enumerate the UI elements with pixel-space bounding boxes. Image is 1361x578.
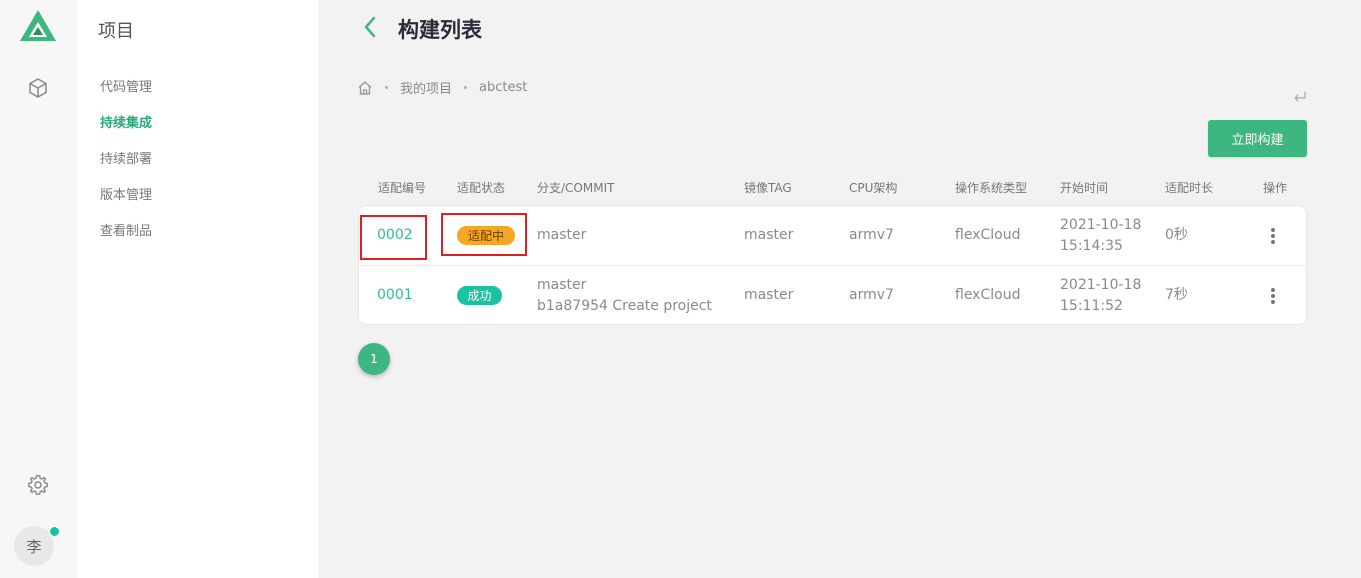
column-header-branch: 分支/COMMIT <box>537 181 615 195</box>
return-arrow-icon <box>1294 91 1306 102</box>
page-title: 构建列表 <box>398 18 482 42</box>
start-time-text: 15:11:52 <box>1060 298 1123 314</box>
cpu-arch-text: armv7 <box>849 287 894 303</box>
branch-text: master <box>537 227 587 243</box>
sidenav-item-artifacts[interactable]: 查看制品 <box>100 220 152 239</box>
annotation-highlight-id <box>360 215 427 260</box>
back-chevron-icon[interactable] <box>360 14 380 40</box>
breadcrumb-separator <box>385 86 388 89</box>
cube-icon[interactable] <box>26 76 50 100</box>
app-logo-icon[interactable] <box>20 10 56 42</box>
online-status-dot <box>49 526 60 537</box>
column-header-cpu: CPU架构 <box>849 181 898 195</box>
os-type-text: flexCloud <box>955 227 1021 243</box>
sidenav-item-code[interactable]: 代码管理 <box>100 76 152 95</box>
breadcrumb: 我的项目 abctest <box>357 78 527 97</box>
pagination-page-button[interactable]: 1 <box>358 343 390 375</box>
build-now-button[interactable]: 立即构建 <box>1208 120 1307 157</box>
breadcrumb-project[interactable]: abctest <box>479 80 527 95</box>
start-date-text: 2021-10-18 <box>1060 277 1142 293</box>
duration-text: 0秒 <box>1165 227 1188 243</box>
more-actions-icon[interactable] <box>1268 286 1278 306</box>
column-header-tag: 镜像TAG <box>744 181 792 195</box>
breadcrumb-my-projects[interactable]: 我的项目 <box>400 78 452 97</box>
build-id-link[interactable]: 0001 <box>377 285 413 306</box>
commit-text: b1a87954 Create project <box>537 298 712 314</box>
os-type-text: flexCloud <box>955 287 1021 303</box>
sidenav-item-cd[interactable]: 持续部署 <box>100 148 152 167</box>
breadcrumb-separator <box>464 86 468 89</box>
start-date-text: 2021-10-18 <box>1060 217 1142 233</box>
sidenav-title: 项目 <box>98 21 134 42</box>
column-header-start-time: 开始时间 <box>1060 181 1109 195</box>
project-sidenav: 项目 代码管理 持续集成 持续部署 版本管理 查看制品 <box>78 0 318 578</box>
annotation-highlight-status <box>441 213 527 256</box>
image-tag-text: master <box>744 287 794 303</box>
sidenav-item-ci[interactable]: 持续集成 <box>100 112 152 131</box>
image-tag-text: master <box>744 227 794 243</box>
column-header-duration: 适配时长 <box>1165 181 1214 195</box>
main-content: 构建列表 我的项目 abctest 立即构建 适配编号 适配状态 分支/COMM… <box>318 0 1361 578</box>
duration-text: 7秒 <box>1165 287 1188 303</box>
sidenav-item-version[interactable]: 版本管理 <box>100 184 152 203</box>
start-time-text: 15:14:35 <box>1060 238 1123 254</box>
table-row[interactable]: 0001 成功 master b1a87954 Create project m… <box>359 265 1306 324</box>
more-actions-icon[interactable] <box>1268 226 1278 246</box>
branch-text: master <box>537 277 587 293</box>
column-header-id: 适配编号 <box>378 181 427 195</box>
column-header-actions: 操作 <box>1263 181 1288 195</box>
home-icon[interactable] <box>357 80 373 96</box>
cpu-arch-text: armv7 <box>849 227 894 243</box>
user-avatar[interactable]: 李 <box>14 526 54 566</box>
column-header-status: 适配状态 <box>457 181 506 195</box>
column-header-os: 操作系统类型 <box>955 181 1028 195</box>
status-badge: 成功 <box>457 286 502 305</box>
icon-rail: 李 <box>0 0 78 578</box>
settings-gear-icon[interactable] <box>26 473 50 497</box>
